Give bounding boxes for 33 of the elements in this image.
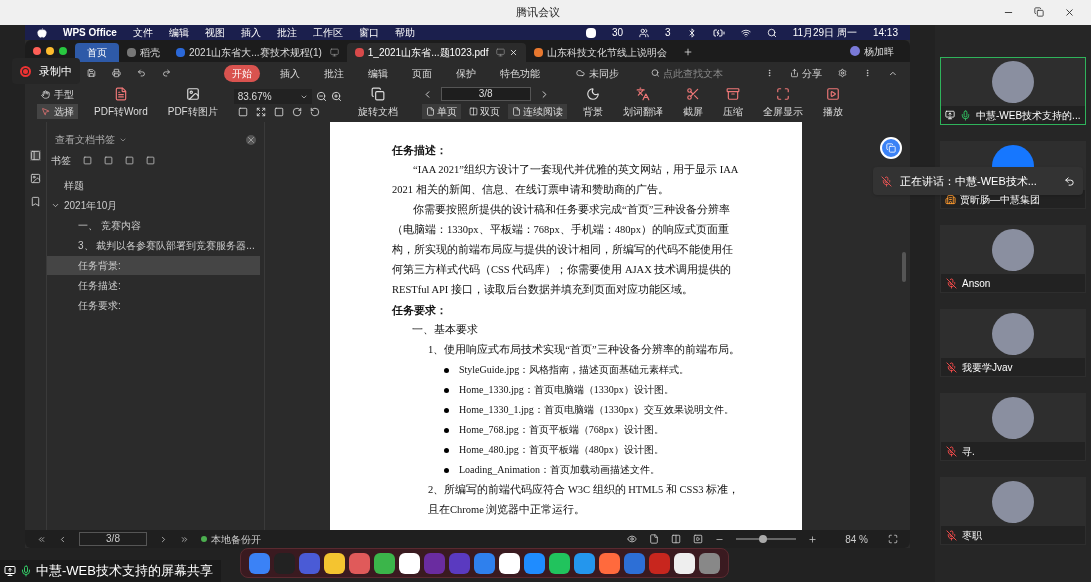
user-name: 杨加晖 [864,44,894,59]
date: 11月29日 周一 [792,27,857,38]
panel-title: 查看文档书签 [55,133,115,147]
document-heading: 任务描述： [392,143,448,158]
bookmark-label: 书签 [51,154,71,168]
list-item: Home_1330_1.jpg：首页电脑端（1330px）交互效果说明文件。 [459,403,734,417]
list-item: Home_480.jpg：首页平板端（480px）设计图。 [459,443,664,457]
list-item: StyleGuide.jpg：风格指南，描述页面基础元素样式。 [459,363,690,377]
participant-name: Anson [962,276,991,291]
list-item: 2、所编写的前端代码应符合 W3C 组织的 HTML5 和 CSS3 标准，且在Chrome 浏览器中正常运行。 [427,483,740,517]
participant-name: 我要学Jvav [962,360,1013,375]
recording-label: 录制中 [39,63,72,79]
participant-name: 枣职 [962,528,982,543]
counter: 3 [665,27,671,38]
window-title: 腾讯会议 [515,5,560,21]
counter: 30 [612,27,624,38]
document-heading: 任务要求： [392,303,448,318]
zoom-level: 84 % [845,532,868,547]
list-item: Home_768.jpg：首页平板端（768px）设计图。 [459,423,664,437]
backup-status: 本地备份开 [211,532,261,547]
share-label-text: 中慧-WEB技术支持的屏幕共享 [36,562,213,581]
list-item: Loading_Animation：首页加载动画描述文件。 [459,463,661,477]
speaking-text: 正在讲话：中慧-WEB技术... [900,173,1038,189]
participant-name: 中慧-WEB技术支持的... [976,108,1081,123]
document-paragraph: “IAA 2021”组织方设计了一套现代并优雅的英文网站，用于显示 IAA 2021 相关的新闻、信息、在线订票申请和赞助商的广告。 [392,163,739,197]
list-item: 1、使用响应式布局技术实现“首页”三种设备分辨率的前端布局。 [427,343,740,357]
participant-name: 贾昕肠—中慧集团 [960,192,1040,207]
participant-name: 寻. [962,444,975,459]
app-name: WPS Office [63,27,117,38]
section-title: 一、基本要求 [411,323,479,337]
list-item: Home_1330.jpg：首页电脑端（1330px）设计图。 [459,383,674,397]
time: 14:13 [872,27,898,38]
document-paragraph: 你需要按照所提供的设计稿和任务要求完成“首页”三种设备分辨率（电脑端：1330px、平板端：768px、手机端：480px）的响应式页面重构，所实现的前端布局应与提供的设计相同，所编写的代码不能使用任何第三方样式代码（CSS 代码库）；你需要使用 AJAX 技术调用提供的 RESTful API 接口，读取后台数据并填充到页面对应功能区域。 [392,203,734,297]
